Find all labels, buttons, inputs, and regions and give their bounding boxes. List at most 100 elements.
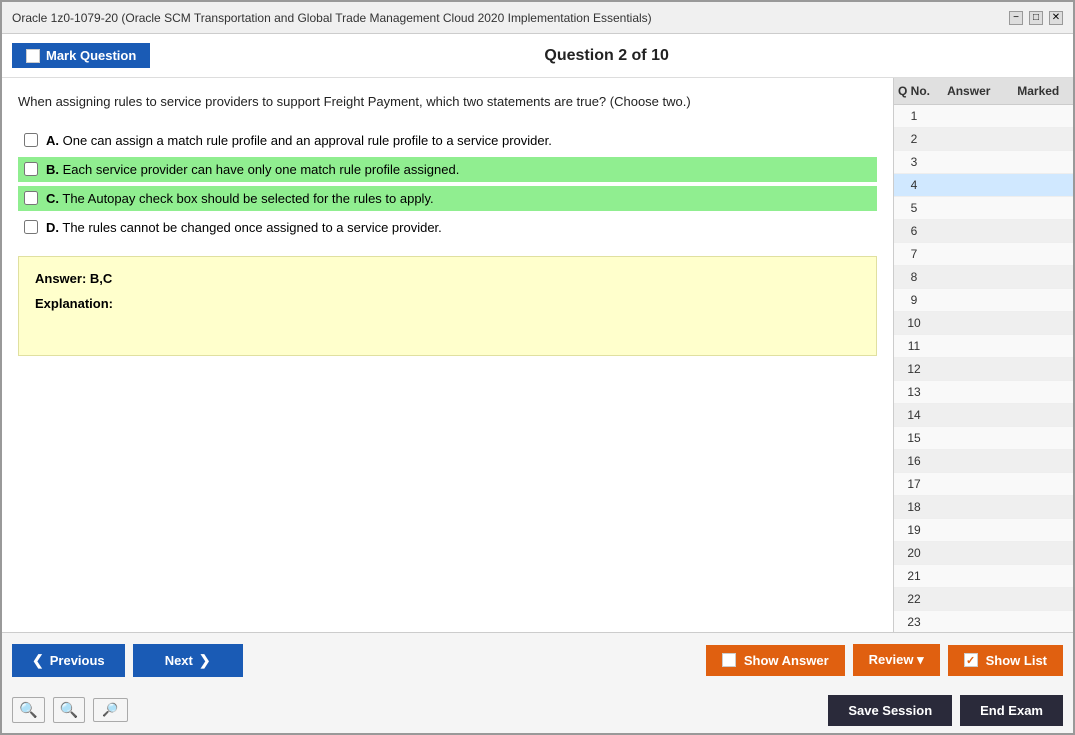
sidebar-cell-num: 16 [894, 452, 934, 470]
minimize-button[interactable]: − [1009, 11, 1023, 25]
sidebar-row[interactable]: 8 [894, 266, 1073, 289]
sidebar-row[interactable]: 18 [894, 496, 1073, 519]
sidebar-row[interactable]: 19 [894, 519, 1073, 542]
zoom-in-button[interactable]: 🔍 [12, 697, 45, 723]
zoom-out-button[interactable]: 🔎 [93, 698, 127, 722]
mark-question-button[interactable]: Mark Question [12, 43, 150, 68]
sidebar-cell-marked [1004, 521, 1074, 539]
sidebar-cell-marked [1004, 130, 1074, 148]
sidebar-cell-marked [1004, 199, 1074, 217]
sidebar-row[interactable]: 20 [894, 542, 1073, 565]
show-answer-button[interactable]: Show Answer [706, 645, 845, 676]
sidebar-cell-marked [1004, 383, 1074, 401]
bottom-bar: ❮ Previous Next ❯ Show Answer Review ▾ ✓… [2, 632, 1073, 733]
sidebar-row[interactable]: 17 [894, 473, 1073, 496]
sidebar-row[interactable]: 22 [894, 588, 1073, 611]
sidebar-cell-num: 2 [894, 130, 934, 148]
next-button[interactable]: Next ❯ [133, 644, 243, 677]
title-bar: Oracle 1z0-1079-20 (Oracle SCM Transport… [2, 2, 1073, 34]
sidebar-cell-marked [1004, 429, 1074, 447]
sidebar-row[interactable]: 14 [894, 404, 1073, 427]
sidebar-cell-num: 19 [894, 521, 934, 539]
sidebar-row[interactable]: 9 [894, 289, 1073, 312]
sidebar-cell-marked [1004, 337, 1074, 355]
sidebar-header: Q No. Answer Marked [894, 78, 1073, 105]
maximize-button[interactable]: □ [1029, 11, 1043, 25]
sidebar-row[interactable]: 2 [894, 128, 1073, 151]
sidebar-row[interactable]: 3 [894, 151, 1073, 174]
option-d-text: D. The rules cannot be changed once assi… [46, 220, 442, 235]
sidebar-cell-num: 18 [894, 498, 934, 516]
mark-checkbox-icon [26, 49, 40, 63]
sidebar-cell-marked [1004, 245, 1074, 263]
sidebar-cell-num: 8 [894, 268, 934, 286]
sidebar-cell-marked [1004, 498, 1074, 516]
sidebar-cell-marked [1004, 314, 1074, 332]
sidebar-row[interactable]: 6 [894, 220, 1073, 243]
next-arrow-icon: ❯ [199, 652, 211, 669]
previous-arrow-icon: ❮ [32, 652, 44, 669]
sidebar-cell-num: 3 [894, 153, 934, 171]
sidebar-row[interactable]: 7 [894, 243, 1073, 266]
option-a[interactable]: A. One can assign a match rule profile a… [18, 128, 877, 153]
app-window: Oracle 1z0-1079-20 (Oracle SCM Transport… [0, 0, 1075, 735]
sidebar-cell-num: 12 [894, 360, 934, 378]
sidebar-row[interactable]: 12 [894, 358, 1073, 381]
sidebar-cell-answer [934, 153, 1004, 171]
sidebar-col-qno: Q No. [894, 82, 934, 100]
sidebar-cell-answer [934, 130, 1004, 148]
previous-button[interactable]: ❮ Previous [12, 644, 125, 677]
sidebar-cell-answer [934, 475, 1004, 493]
sidebar-row[interactable]: 11 [894, 335, 1073, 358]
sidebar-row[interactable]: 1 [894, 105, 1073, 128]
sidebar-cell-answer [934, 521, 1004, 539]
option-c[interactable]: C. The Autopay check box should be selec… [18, 186, 877, 211]
main-content: When assigning rules to service provider… [2, 78, 1073, 632]
show-answer-label: Show Answer [744, 653, 829, 668]
sidebar-cell-marked [1004, 613, 1074, 631]
sidebar-cell-num: 7 [894, 245, 934, 263]
option-b[interactable]: B. Each service provider can have only o… [18, 157, 877, 182]
option-d[interactable]: D. The rules cannot be changed once assi… [18, 215, 877, 240]
explanation-text: Explanation: [35, 296, 860, 311]
option-c-checkbox[interactable] [24, 191, 38, 205]
sidebar-cell-num: 14 [894, 406, 934, 424]
nav-row: ❮ Previous Next ❯ Show Answer Review ▾ ✓… [2, 633, 1073, 687]
sidebar-row[interactable]: 16 [894, 450, 1073, 473]
sidebar-cell-answer [934, 176, 1004, 194]
sidebar-col-answer: Answer [934, 82, 1004, 100]
sidebar-cell-answer [934, 613, 1004, 631]
sidebar-cell-num: 15 [894, 429, 934, 447]
sidebar: Q No. Answer Marked 1 2 3 4 5 6 7 8 [893, 78, 1073, 632]
sidebar-row[interactable]: 15 [894, 427, 1073, 450]
review-label: Review [869, 652, 914, 667]
sidebar-row[interactable]: 13 [894, 381, 1073, 404]
sidebar-cell-answer [934, 406, 1004, 424]
sidebar-row[interactable]: 21 [894, 565, 1073, 588]
sidebar-cell-num: 1 [894, 107, 934, 125]
window-controls: − □ ✕ [1009, 11, 1063, 25]
option-a-checkbox[interactable] [24, 133, 38, 147]
sidebar-cell-num: 10 [894, 314, 934, 332]
sidebar-row[interactable]: 5 [894, 197, 1073, 220]
sidebar-cell-marked [1004, 291, 1074, 309]
sidebar-row[interactable]: 23 [894, 611, 1073, 632]
save-session-button[interactable]: Save Session [828, 695, 952, 726]
review-button[interactable]: Review ▾ [853, 644, 940, 676]
sidebar-cell-answer [934, 222, 1004, 240]
close-button[interactable]: ✕ [1049, 11, 1063, 25]
end-exam-button[interactable]: End Exam [960, 695, 1063, 726]
option-d-checkbox[interactable] [24, 220, 38, 234]
zoom-reset-button[interactable]: 🔍 [53, 697, 86, 723]
sidebar-cell-answer [934, 291, 1004, 309]
sidebar-cell-marked [1004, 475, 1074, 493]
option-b-checkbox[interactable] [24, 162, 38, 176]
sidebar-cell-answer [934, 498, 1004, 516]
sidebar-cell-answer [934, 360, 1004, 378]
question-area: When assigning rules to service provider… [2, 78, 893, 632]
end-exam-label: End Exam [980, 703, 1043, 718]
sidebar-row[interactable]: 4 [894, 174, 1073, 197]
sidebar-row[interactable]: 10 [894, 312, 1073, 335]
show-list-button[interactable]: ✓ Show List [948, 645, 1063, 676]
sidebar-cell-num: 21 [894, 567, 934, 585]
